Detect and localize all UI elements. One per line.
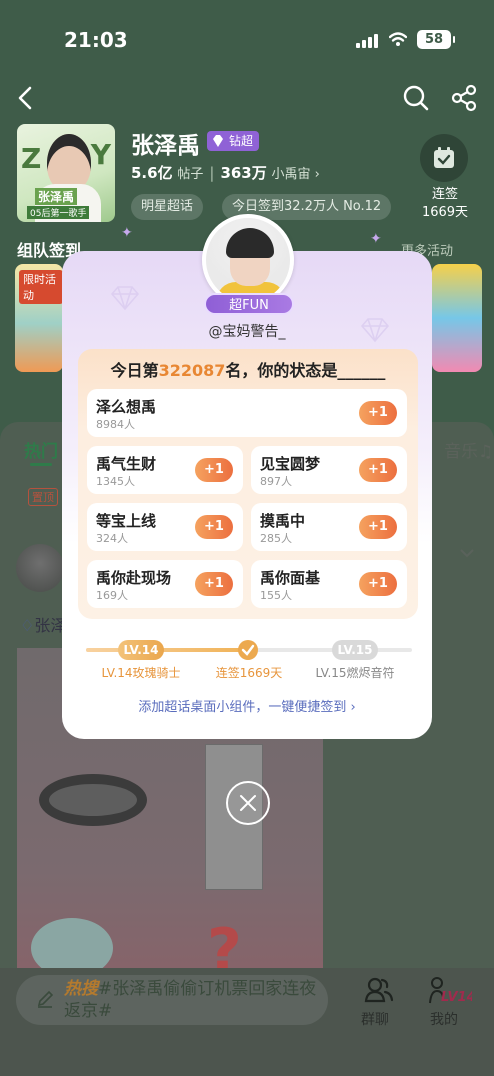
next-level-title: LV.15燃烬音符 [315, 666, 395, 680]
sparkle-icon: ✦ [121, 225, 133, 241]
checkin-done-icon [238, 640, 258, 660]
plus-one-button[interactable]: +1 [359, 458, 397, 482]
streak-days: 连签1669天 [215, 666, 283, 680]
sparkle-icon: ✦ [370, 231, 382, 247]
tab-active-indicator [30, 463, 52, 466]
rank-number: 322087 [158, 361, 226, 380]
status-option[interactable]: 禹你面基 155人 +1 [251, 560, 407, 608]
checkin-days: 1669天 [421, 205, 469, 220]
activity-card[interactable] [432, 264, 482, 372]
top-nav-bar [0, 78, 494, 118]
fans-label[interactable]: 小禹宙 [272, 167, 311, 182]
status-option-count: 169人 [96, 589, 128, 602]
cover-letter-left: Z [21, 142, 42, 175]
status-option-label: 禹你赴现场 [96, 569, 172, 587]
post-author-avatar[interactable] [16, 544, 64, 592]
cover-letter-right: Y [90, 138, 111, 171]
wifi-icon [389, 32, 407, 46]
status-time: 21:03 [64, 28, 128, 52]
pen-icon [37, 990, 54, 1008]
posts-label: 帖子 [177, 167, 204, 182]
hot-search-text[interactable]: 热搜#张泽禹偷偷订机票回家连夜返京# [64, 978, 320, 1022]
status-option-count: 897人 [260, 475, 292, 488]
close-dialog-button[interactable] [226, 781, 270, 825]
topic-stats: 5.6亿 帖子 | 363万 小禹宙 › [131, 164, 320, 182]
battery-indicator: 58 [417, 30, 455, 49]
pinned-badge: 置顶 [28, 488, 58, 506]
plus-one-button[interactable]: +1 [359, 572, 397, 596]
diamond-badge-label: 钻超 [229, 134, 254, 148]
fun-badge: 超FUN [204, 293, 294, 315]
star-topic-chip[interactable]: 明星超话 [131, 194, 204, 220]
status-option-count: 8984人 [96, 418, 135, 431]
status-option[interactable]: 禹你赴现场 169人 +1 [87, 560, 243, 608]
calendar-check-icon [434, 147, 454, 168]
status-option-count: 1345人 [96, 475, 135, 488]
status-question: 今日第322087名，你的状态是______ [110, 361, 386, 380]
cover-caption-line: 05后第一歌手 [27, 206, 90, 219]
tab-music[interactable]: 音乐♫ [444, 437, 493, 462]
fans-count: 363万 [220, 164, 267, 182]
topic-title: 张泽禹 [131, 133, 200, 159]
status-option-label: 禹你面基 [260, 569, 321, 587]
profile-level-icon[interactable]: LV14 [428, 975, 472, 1007]
search-icon[interactable] [402, 84, 430, 112]
username: @宝妈警告_ [208, 324, 286, 340]
status-option[interactable]: 摸禹中 285人 +1 [251, 503, 407, 551]
status-bar: 21:03 58 [0, 0, 494, 80]
back-arrow-icon[interactable] [12, 84, 40, 112]
diamond-super-badge[interactable]: 钻超 [207, 131, 260, 151]
plus-one-button[interactable]: +1 [195, 572, 233, 596]
plus-one-button[interactable]: +1 [359, 515, 397, 539]
me-level-text: LV14 [441, 990, 472, 1005]
share-icon[interactable] [451, 84, 477, 112]
status-option[interactable]: 禹气生财 1345人 +1 [87, 446, 243, 494]
status-option-count: 285人 [260, 532, 292, 545]
post-author-name[interactable]: ♢张泽 [20, 612, 66, 636]
diamond-decor-icon [110, 286, 140, 311]
current-level-title: LV.14玫瑰骑士 [101, 666, 181, 680]
status-option-count: 324人 [96, 532, 128, 545]
status-option[interactable]: 泽么想禹 8984人 +1 [87, 389, 407, 437]
status-option-label: 摸禹中 [260, 512, 306, 530]
activity-card[interactable]: 限时活动 [15, 264, 63, 372]
plus-one-button[interactable]: +1 [195, 458, 233, 482]
plus-one-button[interactable]: +1 [195, 515, 233, 539]
topic-cover-image[interactable]: Z Y 张泽禹 05后第一歌手 [17, 124, 115, 222]
current-level-badge: LV.14 [118, 640, 164, 660]
diamond-icon [213, 135, 223, 147]
status-option-label: 禹气生财 [96, 455, 157, 473]
limited-activity-badge: 限时活动 [19, 270, 63, 304]
plus-one-button[interactable]: +1 [359, 401, 397, 425]
posts-count: 5.6亿 [131, 164, 173, 182]
level-progress-fill [86, 648, 249, 652]
signal-icon [356, 33, 378, 48]
me-label[interactable]: 我的 [430, 1009, 458, 1029]
chevron-down-icon[interactable] [459, 548, 475, 558]
status-option-label: 见宝圆梦 [260, 455, 321, 473]
group-chat-icon[interactable] [364, 975, 394, 1005]
cover-caption-name: 张泽禹 [35, 188, 78, 205]
status-option-count: 155人 [260, 589, 292, 602]
tab-hot[interactable]: 热门 [24, 437, 58, 462]
hot-search-tag: 热搜 [64, 979, 98, 999]
group-chat-label[interactable]: 群聊 [361, 1009, 389, 1029]
checkin-button[interactable] [420, 134, 468, 182]
status-option-label: 等宝上线 [96, 512, 157, 530]
status-option[interactable]: 等宝上线 324人 +1 [87, 503, 243, 551]
checkin-label: 连签 1669天 [410, 186, 480, 222]
status-option-label: 泽么想禹 [96, 398, 157, 416]
add-widget-link[interactable]: 添加超话桌面小组件，一键便捷签到 › [62, 696, 432, 715]
next-level-badge: LV.15 [332, 640, 378, 660]
close-icon [240, 795, 256, 811]
status-option[interactable]: 见宝圆梦 897人 +1 [251, 446, 407, 494]
